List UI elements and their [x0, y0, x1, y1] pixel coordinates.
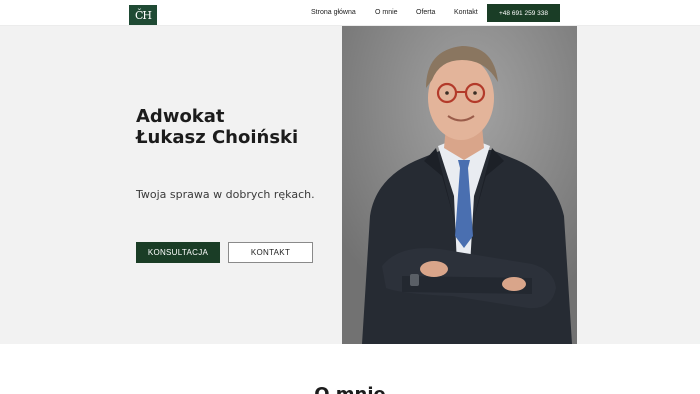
nav-item-about[interactable]: O mnie [375, 9, 398, 16]
consultation-button[interactable]: KONSULTACJA [136, 242, 220, 263]
about-section: O mnie [0, 344, 700, 394]
portrait-photo [342, 26, 577, 344]
hero-title: Adwokat Łukasz Choiński [136, 106, 298, 148]
site-header: ČH Strona główna O mnie Oferta Kontakt +… [0, 0, 700, 26]
nav-item-home[interactable]: Strona główna [311, 9, 356, 16]
logo[interactable]: ČH [129, 5, 157, 25]
hero-section: Adwokat Łukasz Choiński Twoja sprawa w d… [0, 26, 700, 344]
contact-button[interactable]: KONTAKT [228, 242, 313, 263]
hero-subtitle: Twoja sprawa w dobrych rękach. [136, 188, 315, 201]
nav-item-contact[interactable]: Kontakt [454, 9, 478, 16]
hero-title-line1: Adwokat [136, 106, 225, 127]
logo-text: ČH [134, 8, 152, 22]
nav-item-offer[interactable]: Oferta [416, 9, 435, 16]
about-title: O mnie [0, 384, 700, 394]
phone-button[interactable]: +48 691 259 338 [487, 4, 560, 22]
portrait-illustration [342, 26, 577, 344]
hero-title-line2: Łukasz Choiński [136, 127, 299, 148]
